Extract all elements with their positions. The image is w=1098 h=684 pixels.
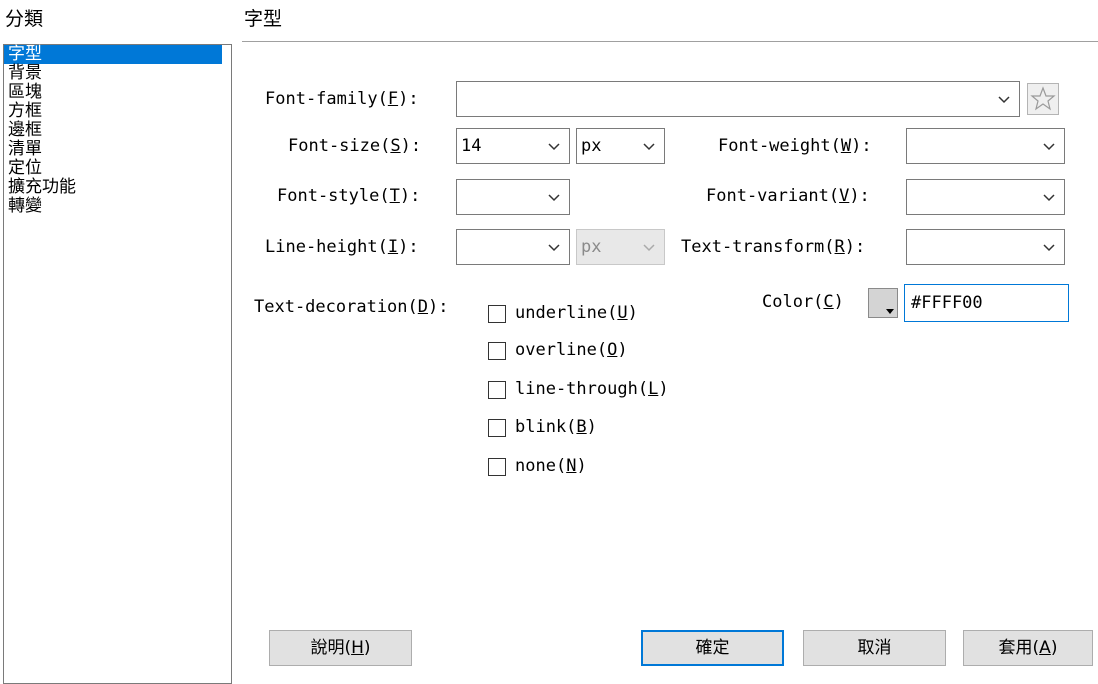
category-item-positioning[interactable]: 定位 <box>4 159 231 178</box>
line-height-combo[interactable] <box>456 229 570 265</box>
star-icon <box>1030 86 1056 111</box>
chevron-down-icon <box>1043 244 1055 252</box>
color-swatch-icon <box>886 309 894 314</box>
chevron-down-icon <box>548 244 560 252</box>
line-height-unit-combo[interactable]: px <box>576 229 665 265</box>
cancel-button[interactable]: 取消 <box>803 630 946 666</box>
font-size-unit-value: px <box>581 136 602 156</box>
none-label: none(N) <box>515 456 587 476</box>
none-checkbox[interactable] <box>488 458 506 476</box>
category-list[interactable]: 字型 背景 區塊 方框 邊框 清單 定位 擴充功能 轉變 <box>3 44 232 684</box>
color-value-input[interactable]: #FFFF00 <box>904 284 1069 322</box>
chevron-down-icon <box>643 143 655 151</box>
font-weight-combo[interactable] <box>906 128 1065 164</box>
line-through-label: line-through(L) <box>515 379 669 399</box>
text-transform-combo[interactable] <box>906 229 1065 265</box>
font-size-unit-combo[interactable]: px <box>576 128 665 164</box>
blink-label: blink(B) <box>515 417 597 437</box>
underline-label: underline(U) <box>515 303 638 323</box>
font-family-combo[interactable] <box>456 81 1020 117</box>
font-size-label: Font-size(S): <box>288 136 422 156</box>
apply-button[interactable]: 套用(A) <box>963 630 1093 666</box>
favorite-star-button[interactable] <box>1027 83 1059 115</box>
help-button[interactable]: 說明(H) <box>269 630 412 666</box>
section-divider <box>242 41 1098 42</box>
color-label: Color(C) <box>762 292 844 312</box>
font-size-combo[interactable]: 14 <box>456 128 570 164</box>
font-family-label: Font-family(F): <box>265 89 419 109</box>
category-item-extensions[interactable]: 擴充功能 <box>4 178 231 197</box>
color-value: #FFFF00 <box>911 293 983 313</box>
chevron-down-icon <box>1043 194 1055 202</box>
color-picker-button[interactable] <box>868 288 898 318</box>
text-decoration-label: Text-decoration(D): <box>254 297 449 317</box>
font-style-combo[interactable] <box>456 179 570 215</box>
category-item-block[interactable]: 區塊 <box>4 83 231 102</box>
text-transform-label: Text-transform(R): <box>681 237 866 257</box>
chevron-down-icon <box>998 96 1010 104</box>
line-height-unit-value: px <box>581 237 602 257</box>
chevron-down-icon <box>1043 143 1055 151</box>
ok-button[interactable]: 確定 <box>641 630 784 666</box>
chevron-down-icon <box>548 143 560 151</box>
chevron-down-icon <box>548 194 560 202</box>
category-item-background[interactable]: 背景 <box>4 64 231 83</box>
font-weight-label: Font-weight(W): <box>718 136 872 156</box>
category-title: 分類 <box>5 8 44 30</box>
section-title: 字型 <box>244 8 283 30</box>
category-item-font[interactable]: 字型 <box>4 45 222 64</box>
underline-checkbox[interactable] <box>488 305 506 323</box>
font-variant-combo[interactable] <box>906 179 1065 215</box>
overline-label: overline(O) <box>515 340 628 360</box>
category-item-transition[interactable]: 轉變 <box>4 197 231 216</box>
category-item-list[interactable]: 清單 <box>4 140 231 159</box>
category-item-box[interactable]: 方框 <box>4 102 231 121</box>
line-height-label: Line-height(I): <box>265 237 419 257</box>
blink-checkbox[interactable] <box>488 419 506 437</box>
font-variant-label: Font-variant(V): <box>706 186 870 206</box>
line-through-checkbox[interactable] <box>488 381 506 399</box>
overline-checkbox[interactable] <box>488 342 506 360</box>
category-item-border[interactable]: 邊框 <box>4 121 231 140</box>
font-size-value: 14 <box>461 136 482 156</box>
chevron-down-icon <box>643 244 655 252</box>
font-style-label: Font-style(T): <box>277 186 421 206</box>
